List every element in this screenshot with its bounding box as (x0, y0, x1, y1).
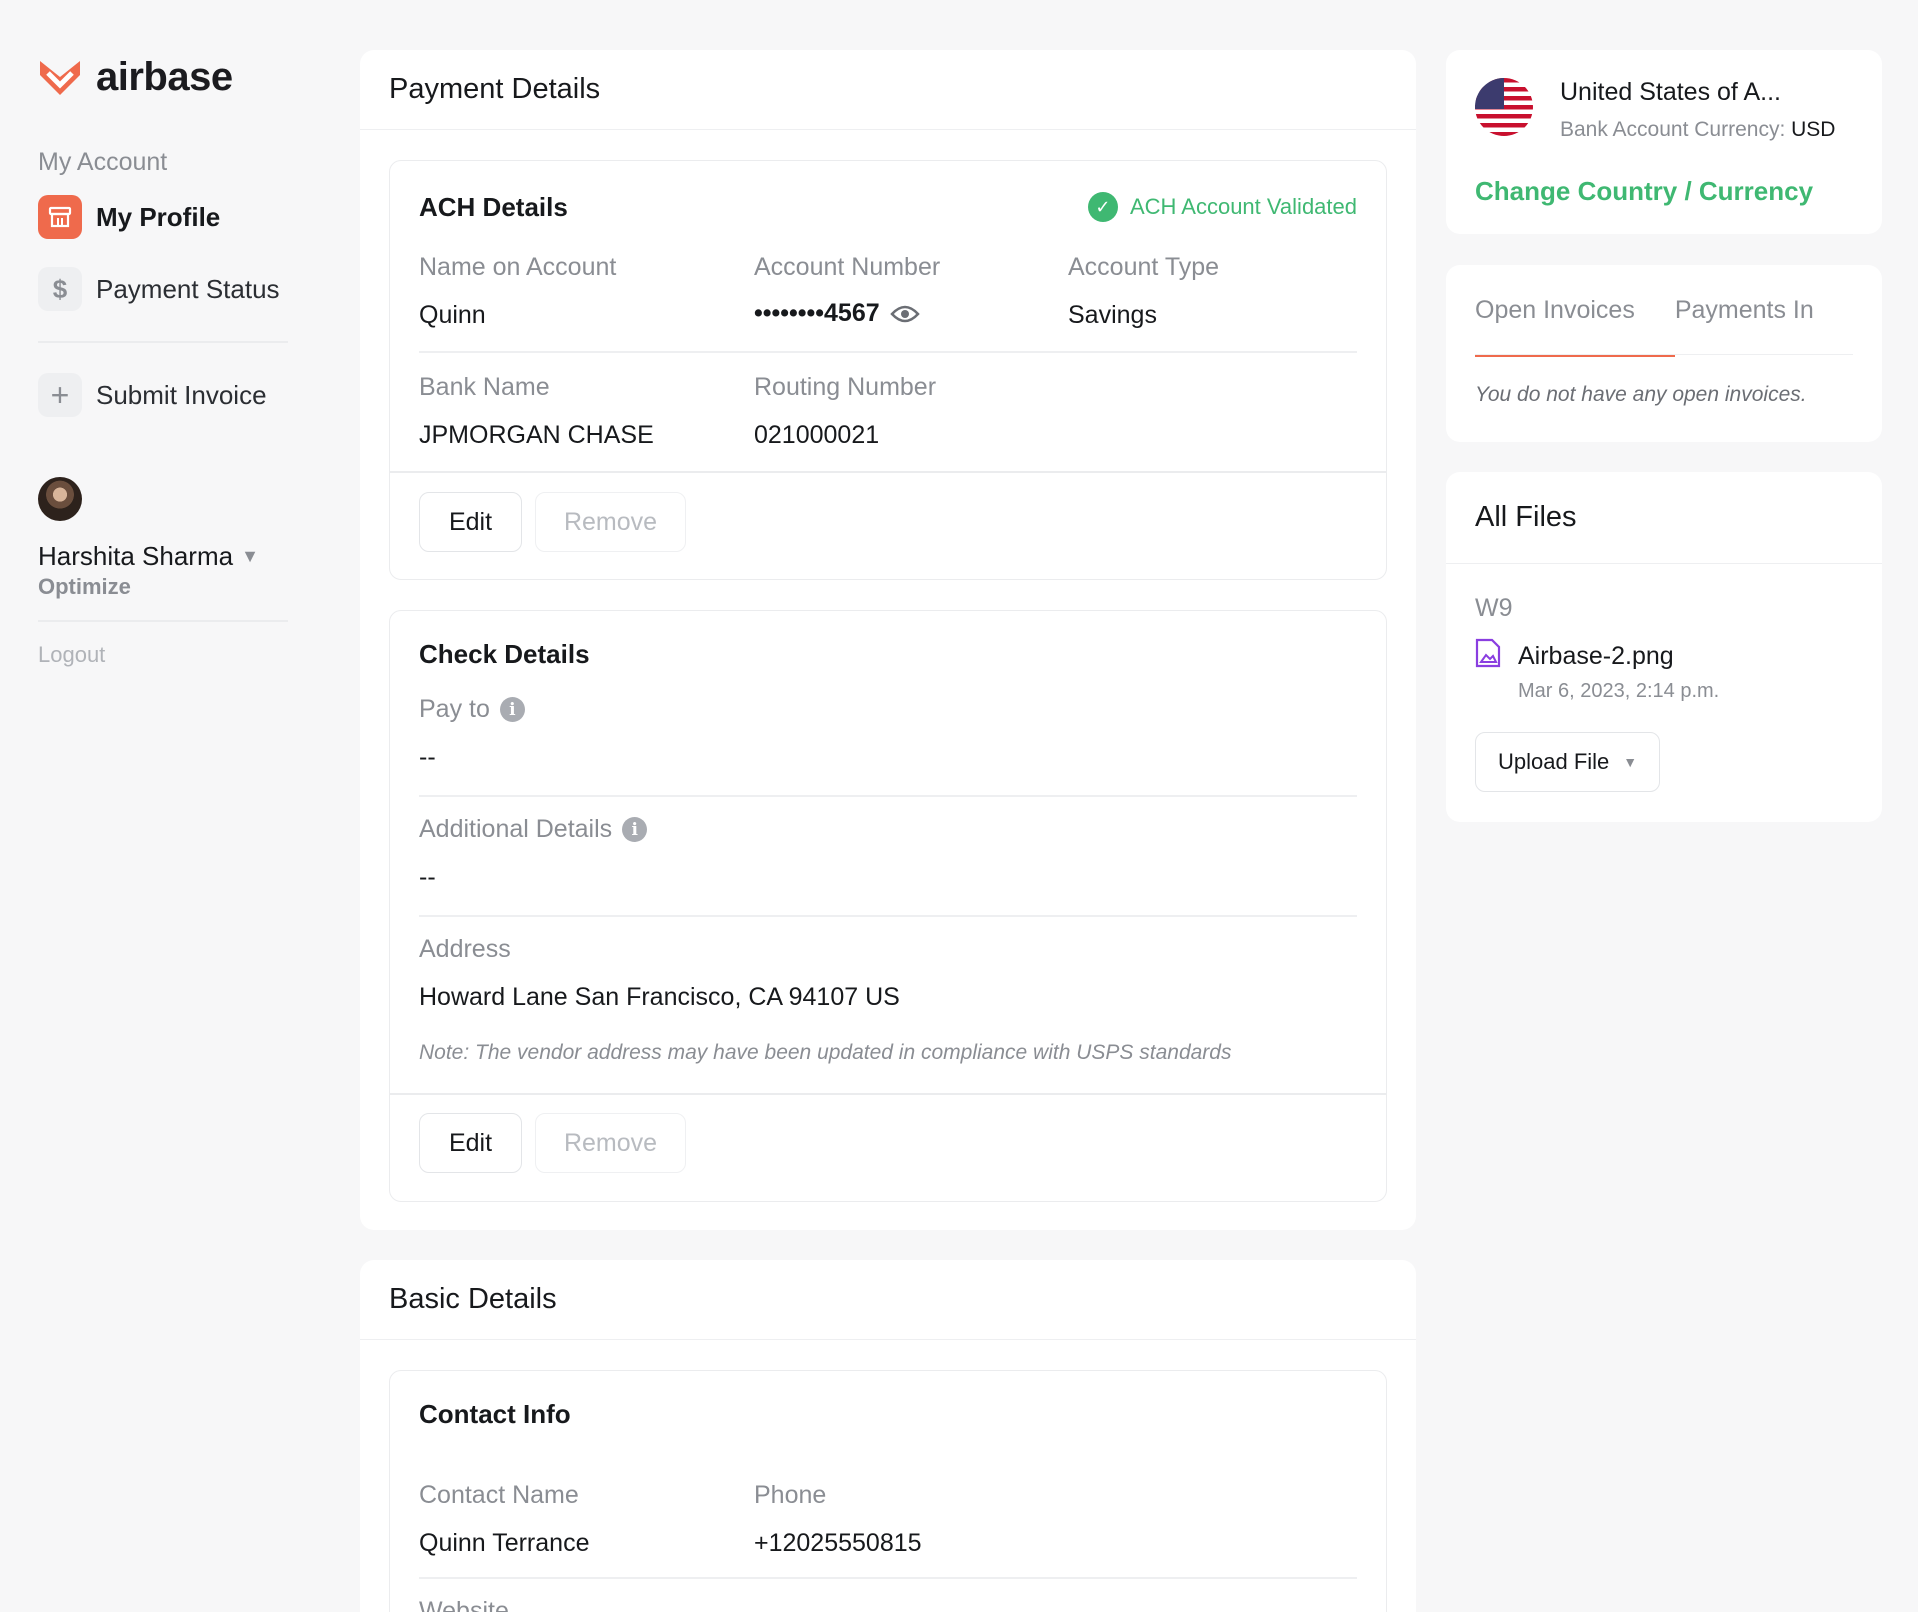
ach-details-card: ACH Details ✓ ACH Account Validated Name… (389, 160, 1387, 580)
invoices-panel: Open Invoices Payments In You do not hav… (1446, 265, 1882, 442)
check-details-card: Check Details Pay to i -- Additional Det… (389, 610, 1387, 1202)
remove-ach-button[interactable]: Remove (535, 492, 686, 552)
row-divider (419, 915, 1357, 917)
caret-down-icon: ▼ (1623, 754, 1638, 770)
basic-details-panel: Basic Details Contact Info Contact Name … (360, 1260, 1416, 1612)
masked-account-number: ••••••••4567 (754, 299, 880, 327)
plus-icon: + (38, 373, 82, 417)
user-name: Harshita Sharma (38, 541, 234, 571)
tab-payments-in[interactable]: Payments In (1675, 265, 1814, 355)
validated-text: ACH Account Validated (1129, 194, 1357, 219)
info-icon[interactable]: i (499, 697, 525, 722)
invoice-tabs: Open Invoices Payments In (1475, 265, 1853, 357)
eye-icon[interactable] (889, 304, 920, 324)
field-label: Account Type (1068, 253, 1220, 281)
user-org: Optimize (38, 574, 131, 599)
sidebar-section-label: My Account (38, 148, 168, 176)
card-title: ACH Details (419, 191, 568, 222)
field-value: -- (419, 863, 436, 891)
field-value: -- (419, 743, 436, 771)
field-label: Contact Name (419, 1481, 579, 1509)
store-icon (38, 195, 82, 239)
address-value: Howard Lane San Francisco, CA 94107 US (419, 983, 900, 1011)
upload-file-label: Upload File (1498, 749, 1610, 774)
all-files-panel: All Files W9 Airbase-2.png Mar 6, 2023, … (1446, 472, 1882, 822)
field-label: Address (419, 935, 511, 963)
check-circle-icon: ✓ (1087, 192, 1118, 222)
sidebar-item-payment-status[interactable]: $ Payment Status (38, 253, 288, 325)
validated-badge: ✓ ACH Account Validated (1087, 192, 1357, 222)
file-group-label: W9 (1475, 594, 1513, 622)
field-value: JPMORGAN CHASE (419, 421, 654, 449)
country-currency-panel: United States of A... Bank Account Curre… (1446, 50, 1882, 234)
us-flag-icon (1475, 78, 1533, 136)
row-divider (390, 471, 1386, 473)
field-value: Savings (1068, 301, 1157, 329)
remove-check-button[interactable]: Remove (535, 1113, 686, 1173)
sidebar-divider (38, 620, 288, 622)
sidebar-item-label: Payment Status (96, 273, 280, 304)
row-divider (390, 1093, 1386, 1095)
field-label: Website (419, 1597, 509, 1612)
payment-details-panel: Payment Details ACH Details ✓ ACH Accoun… (360, 50, 1416, 1230)
user-menu[interactable]: Harshita Sharma ▼ (38, 541, 288, 572)
image-file-icon (1475, 638, 1501, 668)
panel-title: All Files (1446, 472, 1882, 564)
row-divider (419, 351, 1357, 353)
card-title: Contact Info (419, 1399, 571, 1429)
panel-title: Basic Details (360, 1260, 1416, 1340)
empty-invoices-text: You do not have any open invoices. (1475, 383, 1807, 406)
currency-label: Bank Account Currency: (1560, 118, 1786, 141)
tab-open-invoices[interactable]: Open Invoices (1475, 265, 1675, 357)
address-note: Note: The vendor address may have been u… (419, 1041, 1232, 1064)
field-value: Quinn (419, 301, 486, 329)
field-label: Bank Name (419, 373, 550, 401)
file-date: Mar 6, 2023, 2:14 p.m. (1518, 680, 1720, 702)
field-label: Phone (754, 1481, 827, 1509)
card-title: Check Details (419, 639, 590, 669)
field-label: Routing Number (754, 373, 937, 401)
country-name: United States of A... (1560, 78, 1781, 106)
row-divider (419, 795, 1357, 797)
edit-ach-button[interactable]: Edit (419, 492, 522, 552)
airbase-logo-icon (40, 61, 80, 95)
panel-title: Payment Details (360, 50, 1416, 130)
upload-file-button[interactable]: Upload File ▼ (1475, 732, 1661, 792)
field-value: 021000021 (754, 421, 880, 449)
sidebar-item-submit-invoice[interactable]: + Submit Invoice (38, 359, 288, 431)
logout-link[interactable]: Logout (38, 642, 288, 668)
edit-check-button[interactable]: Edit (419, 1113, 522, 1173)
field-label: Name on Account (419, 253, 617, 281)
change-country-link[interactable]: Change Country / Currency (1475, 176, 1813, 207)
sidebar-divider (38, 341, 288, 343)
dollar-icon: $ (38, 267, 82, 311)
caret-down-icon: ▼ (241, 546, 259, 566)
field-label: Additional Details (419, 815, 613, 843)
currency-value: USD (1791, 118, 1836, 141)
field-label: Pay to (419, 695, 490, 723)
info-icon[interactable]: i (622, 817, 648, 842)
field-value: +12025550815 (754, 1529, 922, 1557)
contact-info-card: Contact Info Contact Name Quinn Terrance… (389, 1370, 1387, 1612)
file-name[interactable]: Airbase-2.png (1518, 642, 1674, 671)
sidebar: airbase My Account My Profile $ Payment … (38, 50, 288, 668)
avatar[interactable] (38, 477, 82, 521)
sidebar-item-my-profile[interactable]: My Profile (38, 181, 288, 253)
sidebar-item-label: Submit Invoice (96, 379, 267, 410)
airbase-logo[interactable]: airbase (38, 50, 288, 104)
field-label: Account Number (754, 253, 941, 281)
brand-name: airbase (96, 54, 233, 99)
row-divider (419, 1577, 1357, 1579)
sidebar-item-label: My Profile (96, 201, 221, 232)
field-value: Quinn Terrance (419, 1529, 590, 1557)
